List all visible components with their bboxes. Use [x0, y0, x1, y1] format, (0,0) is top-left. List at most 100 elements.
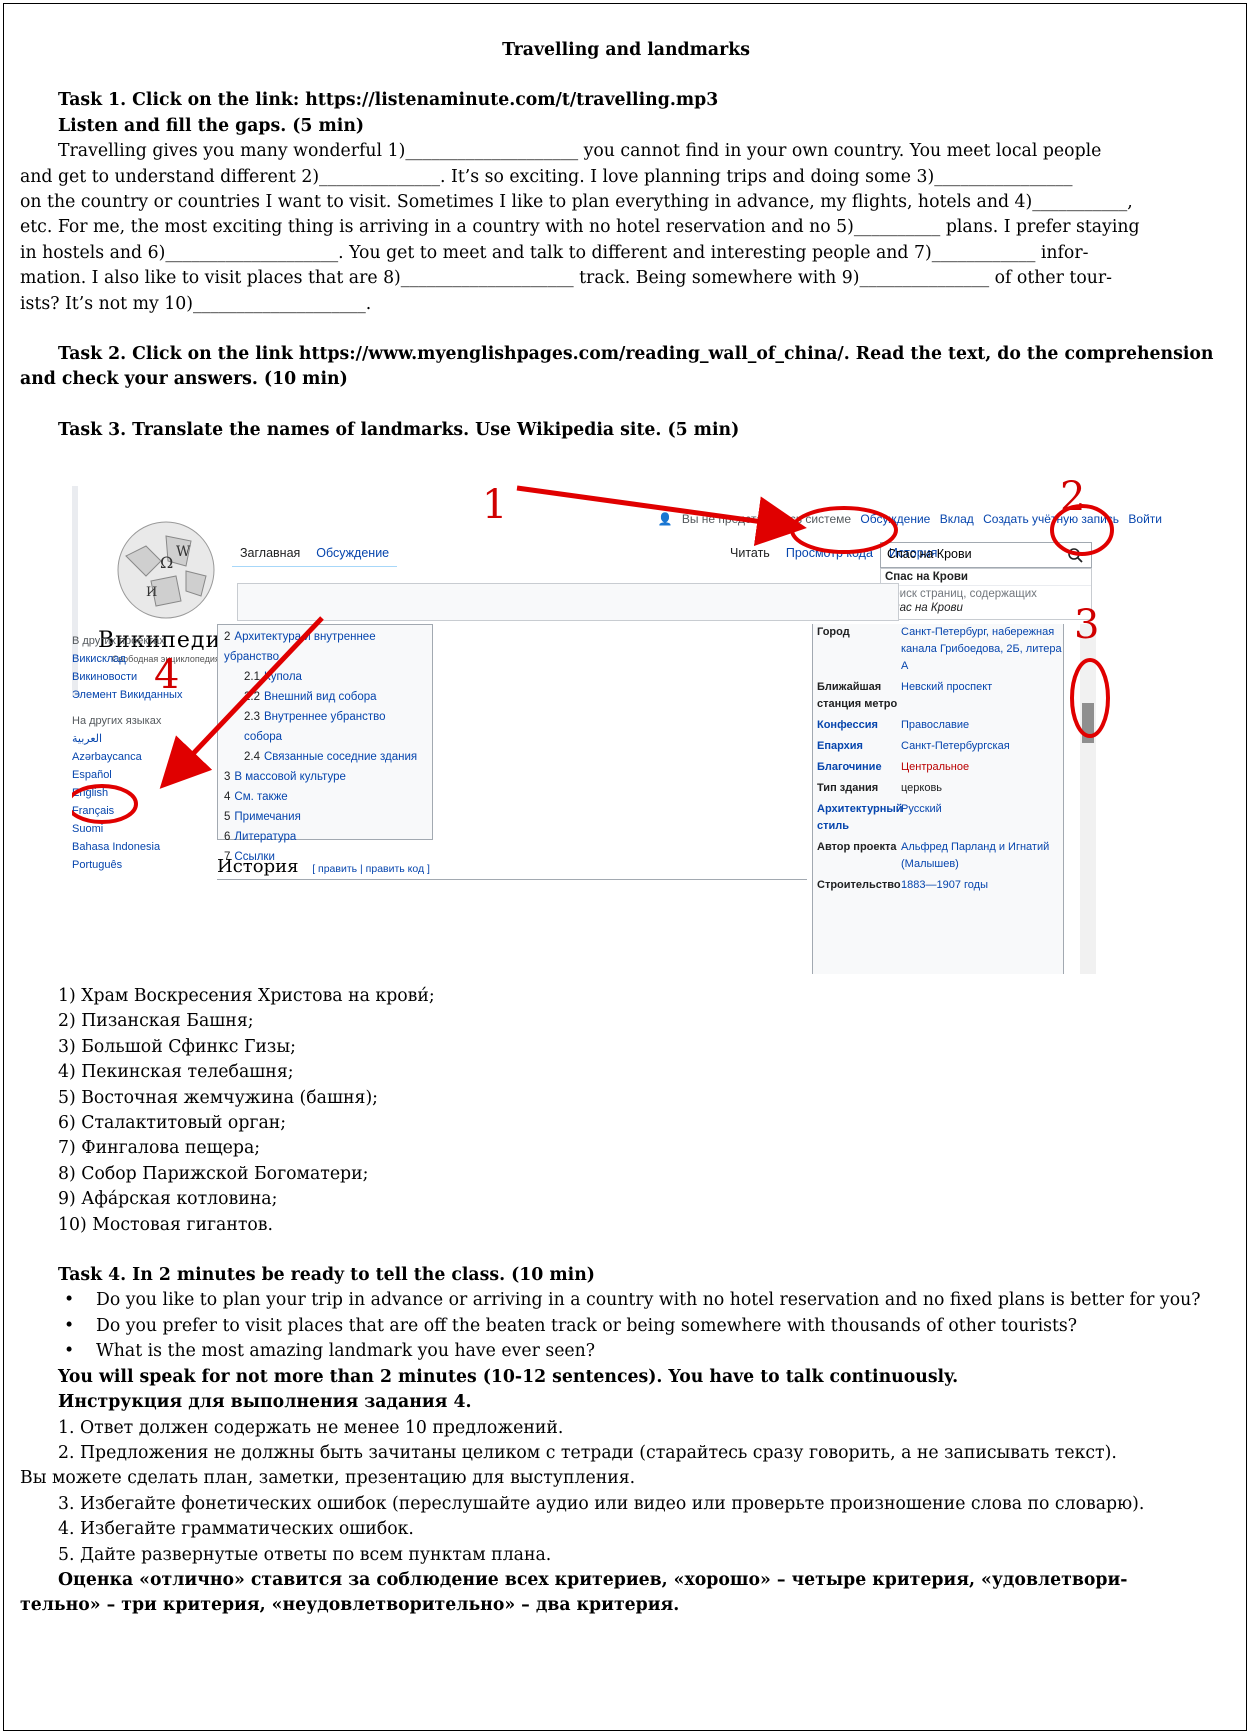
infobox-key[interactable]: Архитектурный стиль	[813, 801, 903, 835]
language-link[interactable]: Azərbaycanca	[72, 748, 212, 766]
landmark-item: 10) Мостовая гигантов.	[58, 1214, 274, 1235]
language-link[interactable]: Suomi	[72, 820, 212, 838]
scrollbar-thumb[interactable]	[1082, 703, 1094, 743]
login-link[interactable]: Войти	[1128, 512, 1162, 526]
svg-text:Ω: Ω	[160, 553, 173, 572]
language-link[interactable]: Bahasa Indonesia	[72, 838, 212, 856]
page-title: Travelling and landmarks	[502, 40, 750, 60]
task4-heading: Task 4. In 2 minutes be ready to tell th…	[58, 1265, 595, 1286]
landmark-item: 1) Храм Воскресения Христова на крови́;	[58, 986, 435, 1006]
instruction-4: 4. Избегайте грамматических ошибок.	[58, 1519, 414, 1540]
sidebar: В других проектах Викисклад Викиновости …	[72, 624, 212, 974]
talk-link[interactable]: Обсуждение	[860, 512, 930, 526]
task4-questions: Do you like to plan your trip in advance…	[20, 1288, 1232, 1365]
language-link[interactable]: Français	[72, 802, 212, 820]
toc-label: Купола	[264, 671, 302, 683]
toc-item[interactable]: 2.3 Внутреннее убранство собора	[224, 707, 426, 747]
create-account-link[interactable]: Создать учётную запись	[983, 512, 1119, 526]
svg-text:W: W	[176, 544, 191, 560]
task1-line: mation. I also like to visit places that…	[20, 268, 1112, 289]
instruction-3: 3. Избегайте фонетических ошибок (пересл…	[58, 1493, 1145, 1514]
infobox-value[interactable]: 1883—1907 годы	[901, 877, 1063, 894]
suggestion-item[interactable]: Спас на Крови	[881, 569, 1091, 586]
language-link[interactable]: Español	[72, 766, 212, 784]
suggestion-fulltext-label[interactable]: Поиск страниц, содержащих	[881, 586, 1091, 602]
infobox-value[interactable]: Санкт-Петербург, набережная канала Грибо…	[901, 624, 1063, 675]
sidebar-item-wikinews[interactable]: Викиновости	[72, 668, 212, 686]
toc-item[interactable]: 2.4 Связанные соседние здания	[224, 747, 426, 767]
search-input[interactable]: Спас на Крови	[880, 542, 1092, 568]
suggestion-fulltext-query[interactable]: Спас на Крови	[881, 602, 1091, 614]
toc-number: 2.3	[244, 711, 260, 723]
toc-number: 2.1	[244, 671, 260, 683]
list-item: What is the most amazing landmark you ha…	[20, 1339, 1232, 1365]
annotation-number-1: 1	[482, 482, 507, 528]
grading-criteria: Оценка «отлично» ставится за соблюдение …	[58, 1569, 1128, 1590]
landmark-item: 7) Фингалова пещера;	[58, 1138, 261, 1159]
infobox-key[interactable]: Конфессия	[813, 717, 901, 734]
scrollbar-track[interactable]	[1080, 624, 1096, 974]
task1-line: and get to understand different 2)______…	[20, 166, 1073, 187]
edit-section-link[interactable]: [ править | править код ]	[312, 863, 430, 875]
wikipedia-screenshot: Ω W И ВикипедиЯ Свободная энциклопедия 👤…	[72, 468, 1202, 974]
landmark-item: 6) Сталактитовый орган;	[58, 1113, 287, 1134]
toc-item[interactable]: 6 Литература	[224, 827, 426, 847]
infobox-value[interactable]: Центральное	[901, 759, 1063, 776]
infobox-value[interactable]: Санкт-Петербургская	[901, 738, 1063, 755]
sidebar-item-commons[interactable]: Викисклад	[72, 650, 212, 668]
history-title: История	[217, 856, 299, 877]
sidebar-heading-projects: В других проектах	[72, 635, 165, 647]
toc-label: См. также	[234, 791, 288, 803]
user-icon: 👤	[657, 512, 673, 526]
toc-number: 6	[224, 831, 231, 843]
table-of-contents: 2 Архитектура и внутреннее убранство 2.1 Ку…	[217, 624, 433, 863]
toc-item[interactable]: 4 См. также	[224, 787, 426, 807]
toc-number: 3	[224, 771, 231, 783]
landmark-item: 9) Афáрская котловина;	[58, 1189, 278, 1210]
not-logged-in-text: Вы не представились системе	[681, 512, 852, 526]
tab-view-source[interactable]: Просмотр кода	[778, 540, 881, 566]
sidebar-item-wikidata[interactable]: Элемент Викиданных	[72, 686, 212, 704]
infobox-row: Автор проекта Альфред Парланд и Игнатий (…	[813, 839, 1063, 873]
infobox-key: Строительство	[817, 879, 901, 891]
infobox-value: церковь	[901, 782, 943, 794]
tab-read[interactable]: Читать	[722, 540, 778, 566]
infobox-row: Город Санкт-Петербург, набережная канала …	[813, 624, 1063, 675]
infobox-key: Ближайшая станция метро	[817, 681, 898, 710]
toc-item[interactable]: 2.2 Внешний вид собора	[224, 687, 426, 707]
instruction-2: 2. Предложения не должны быть зачитаны ц…	[58, 1442, 1117, 1463]
section-heading-history: История [ править | править код ]	[217, 856, 807, 880]
landmark-item: 4) Пекинская телебашня;	[58, 1062, 294, 1083]
toc-number: 2.2	[244, 691, 260, 703]
infobox-value[interactable]: Православие	[901, 717, 1063, 734]
toc-label: Литература	[234, 831, 297, 843]
infobox-key[interactable]: Епархия	[813, 738, 901, 755]
infobox-value[interactable]: Альфред Парланд и Игнатий (Малышев)	[901, 839, 1063, 873]
document-lower: 1) Храм Воскресения Христова на крови́; 2…	[20, 984, 1232, 1619]
tab-discussion[interactable]: Обсуждение	[308, 540, 397, 566]
infobox-value[interactable]: Невский проспект	[901, 679, 1063, 713]
instruction-1: 1. Ответ должен содержать не менее 10 пр…	[58, 1417, 564, 1438]
wikipedia-globe-logo: Ω W И	[117, 521, 215, 619]
language-link[interactable]: Português	[72, 856, 212, 874]
toc-item[interactable]: 2.1 Купола	[224, 667, 426, 687]
task3-heading: Task 3. Translate the names of landmarks…	[58, 419, 740, 440]
site-notice-banner	[237, 583, 899, 621]
instructions-heading: Инструкция для выполнения задания 4.	[58, 1392, 472, 1413]
task2-line: and check your answers. (10 min)	[20, 369, 348, 390]
infobox-key[interactable]: Благочиние	[813, 759, 901, 776]
search-suggestions: Спас на Крови Поиск страниц, содержащих …	[880, 568, 1092, 620]
search-icon[interactable]	[1066, 546, 1086, 566]
tab-main-page[interactable]: Заглавная	[232, 540, 309, 566]
toc-item[interactable]: 5 Примечания	[224, 807, 426, 827]
landmark-item: 2) Пизанская Башня;	[58, 1011, 254, 1032]
toc-number: 5	[224, 811, 231, 823]
user-nav: 👤 Вы не представились системе Обсуждение…	[652, 512, 1162, 526]
toc-item[interactable]: 3В массовой культуре	[224, 767, 426, 787]
language-link[interactable]: العربية	[72, 730, 212, 748]
contributions-link[interactable]: Вклад	[940, 512, 974, 526]
toc-item[interactable]: 2 Архитектура и внутреннее убранство	[224, 627, 426, 667]
infobox-value[interactable]: Русский	[901, 801, 1063, 835]
language-link-english[interactable]: English	[72, 784, 212, 802]
sidebar-heading-languages: На других языках	[72, 715, 162, 727]
